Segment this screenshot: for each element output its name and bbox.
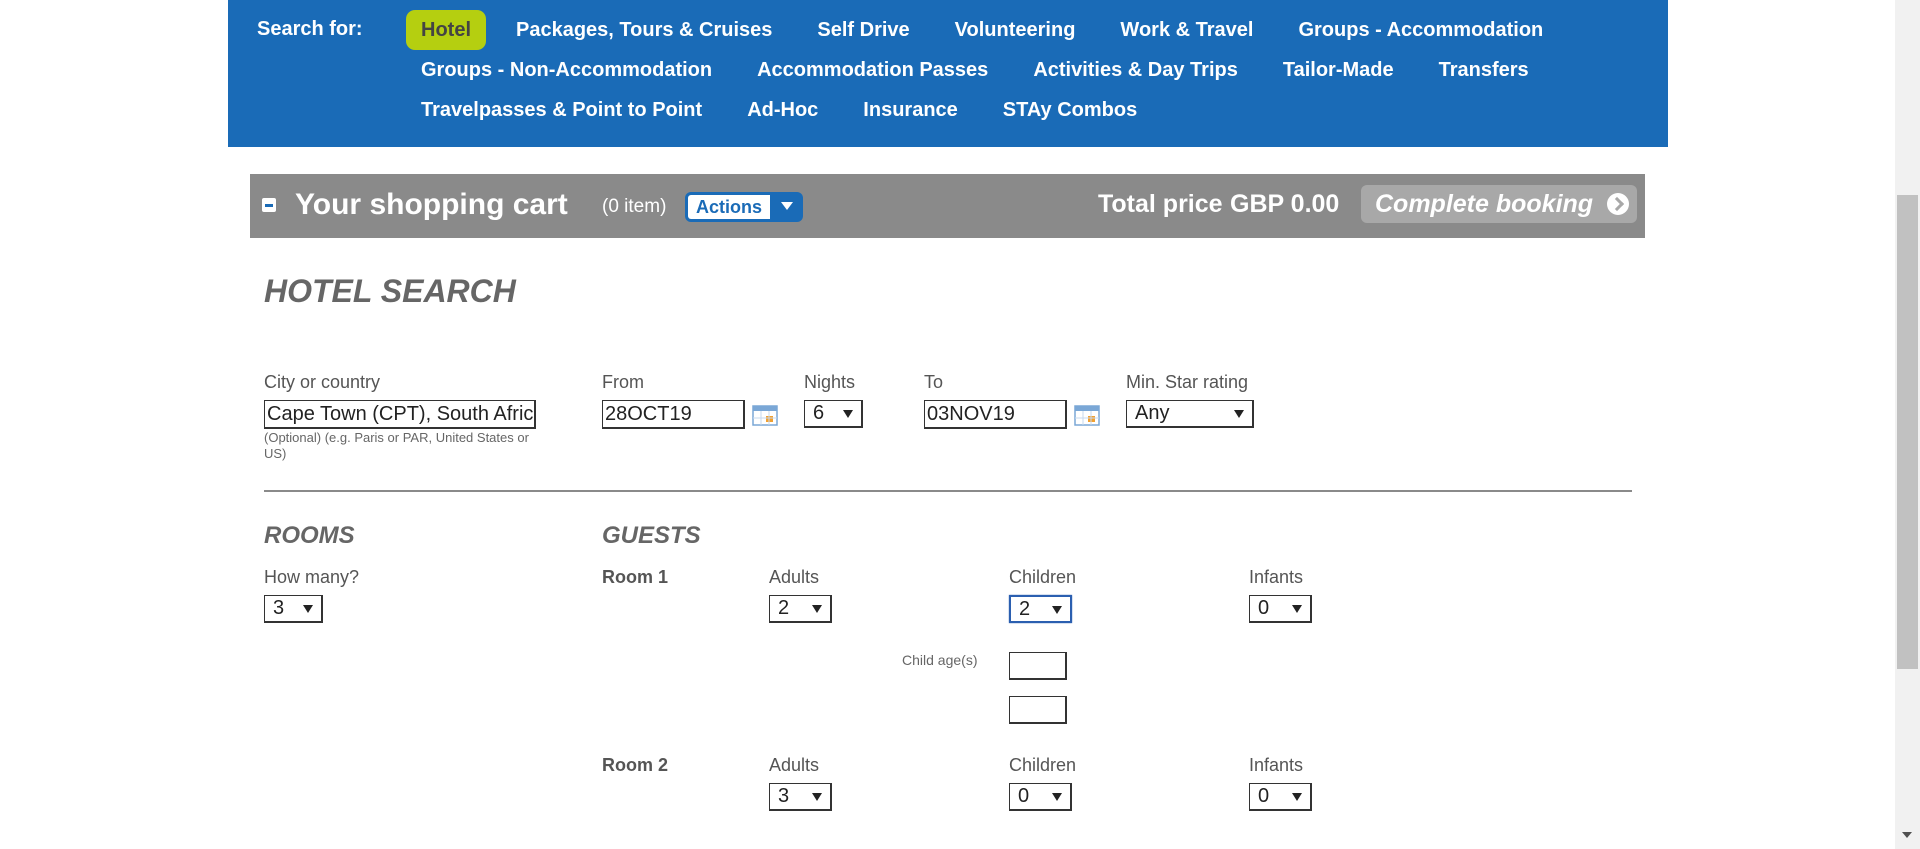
to-label: To <box>924 372 944 392</box>
star-rating-select[interactable]: Any <box>1126 400 1254 428</box>
rooms-count-value: 3 <box>273 597 285 619</box>
city-note-line-1: (Optional) (e.g. Paris or PAR, United St… <box>264 430 529 445</box>
child-ages-label: Child age(s) <box>902 652 978 668</box>
city-label: City or country <box>264 372 381 392</box>
scrollbar-thumb[interactable] <box>1897 195 1918 669</box>
guests-heading: GUESTS <box>602 522 701 549</box>
nav-row-3: Travelpasses & Point to Point Ad-Hoc Ins… <box>406 90 1606 130</box>
room-1-infants-select[interactable]: 0 <box>1249 595 1312 623</box>
dropdown-arrow-icon <box>303 605 313 613</box>
nav-row-1: Hotel Packages, Tours & Cruises Self Dri… <box>406 10 1606 50</box>
page-title: HOTEL SEARCH <box>264 273 516 309</box>
dropdown-arrow-icon <box>812 605 822 613</box>
nav-link-ad-hoc[interactable]: Ad-Hoc <box>732 90 833 130</box>
infants-label: Infants <box>1249 567 1304 587</box>
to-date-input[interactable]: 03NOV19 <box>924 400 1067 429</box>
total-price-value: GBP 0.00 <box>1230 190 1340 218</box>
room-1-children-select[interactable]: 2 <box>1009 595 1072 623</box>
complete-booking-button[interactable]: Complete booking <box>1361 185 1637 223</box>
room-2-label: Room 2 <box>602 755 669 775</box>
nav-link-stay-combos[interactable]: STAy Combos <box>988 90 1152 130</box>
room-1-adults-select[interactable]: 2 <box>769 595 832 623</box>
nav-link-packages[interactable]: Packages, Tours & Cruises <box>501 10 787 50</box>
dropdown-arrow-icon <box>843 410 853 418</box>
room-1-infants-value: 0 <box>1258 597 1270 619</box>
city-note: (Optional) (e.g. Paris or PAR, United St… <box>264 430 529 462</box>
adults-label: Adults <box>769 567 820 587</box>
nav-link-activities[interactable]: Activities & Day Trips <box>1018 50 1253 90</box>
nav-link-self-drive[interactable]: Self Drive <box>802 10 924 50</box>
section-divider <box>264 490 1632 492</box>
actions-label: Actions <box>688 195 770 219</box>
dropdown-arrow-icon <box>1292 793 1302 801</box>
star-rating-value: Any <box>1135 402 1170 424</box>
city-input[interactable]: Cape Town (CPT), South Afric <box>264 400 536 429</box>
child-age-input-1[interactable] <box>1009 652 1067 680</box>
nav-link-hotel[interactable]: Hotel <box>406 10 486 50</box>
children-label: Children <box>1009 755 1077 775</box>
rooms-heading: ROOMS <box>264 522 355 549</box>
room-1-label: Room 1 <box>602 567 669 587</box>
search-for-label: Search for: <box>257 18 363 40</box>
how-many-label: How many? <box>264 567 360 587</box>
dropdown-arrow-icon <box>1052 606 1062 614</box>
actions-dropdown[interactable]: Actions <box>685 192 803 222</box>
complete-booking-label: Complete booking <box>1375 190 1594 218</box>
search-type-nav: Search for: Hotel Packages, Tours & Crui… <box>228 0 1668 147</box>
nights-value: 6 <box>813 402 825 424</box>
nav-link-tailor-made[interactable]: Tailor-Made <box>1268 50 1409 90</box>
room-1-adults-value: 2 <box>778 597 790 619</box>
infants-label: Infants <box>1249 755 1304 775</box>
collapse-icon[interactable] <box>262 198 276 212</box>
city-note-line-2: US) <box>264 446 287 461</box>
cart-title: Your shopping cart <box>295 188 568 221</box>
nights-select[interactable]: 6 <box>804 400 863 428</box>
chevron-right-icon <box>1607 193 1629 215</box>
adults-label: Adults <box>769 755 820 775</box>
nights-label: Nights <box>804 372 856 392</box>
dropdown-arrow-icon <box>1052 793 1062 801</box>
shopping-cart-bar: Your shopping cart (0 item) Actions Tota… <box>250 174 1645 238</box>
room-2-infants-select[interactable]: 0 <box>1249 783 1312 811</box>
nav-link-groups-accommodation[interactable]: Groups - Accommodation <box>1283 10 1558 50</box>
child-age-input-2[interactable] <box>1009 696 1067 724</box>
scroll-down-icon[interactable] <box>1902 832 1912 838</box>
room-2-adults-select[interactable]: 3 <box>769 783 832 811</box>
cart-item-count: (0 item) <box>602 196 667 217</box>
room-2-infants-value: 0 <box>1258 785 1270 807</box>
calendar-icon[interactable] <box>752 404 778 426</box>
dropdown-arrow-icon <box>812 793 822 801</box>
nav-link-accommodation-passes[interactable]: Accommodation Passes <box>742 50 1003 90</box>
nav-link-insurance[interactable]: Insurance <box>848 90 972 130</box>
total-price-label: Total price <box>1098 190 1223 218</box>
nav-link-volunteering[interactable]: Volunteering <box>940 10 1091 50</box>
dropdown-arrow-icon <box>1292 605 1302 613</box>
nav-links: Hotel Packages, Tours & Cruises Self Dri… <box>406 10 1606 130</box>
star-rating-label: Min. Star rating <box>1126 372 1249 392</box>
room-2-children-value: 0 <box>1018 785 1030 807</box>
room-1-children-value: 2 <box>1019 598 1031 620</box>
nav-link-travelpasses[interactable]: Travelpasses & Point to Point <box>406 90 717 130</box>
page: Search for: Hotel Packages, Tours & Crui… <box>0 0 1920 849</box>
room-2-adults-value: 3 <box>778 785 790 807</box>
nav-row-2: Groups - Non-Accommodation Accommodation… <box>406 50 1606 90</box>
nav-link-transfers[interactable]: Transfers <box>1424 50 1544 90</box>
calendar-icon[interactable] <box>1074 404 1100 426</box>
children-label: Children <box>1009 567 1077 587</box>
nav-link-groups-non-accommodation[interactable]: Groups - Non-Accommodation <box>406 50 727 90</box>
room-2-children-select[interactable]: 0 <box>1009 783 1072 811</box>
nav-link-work-travel[interactable]: Work & Travel <box>1105 10 1268 50</box>
from-date-input[interactable]: 28OCT19 <box>602 400 745 429</box>
dropdown-arrow-icon <box>1234 410 1244 418</box>
rooms-count-select[interactable]: 3 <box>264 595 323 623</box>
chevron-down-icon <box>781 202 793 210</box>
from-label: From <box>602 372 644 392</box>
